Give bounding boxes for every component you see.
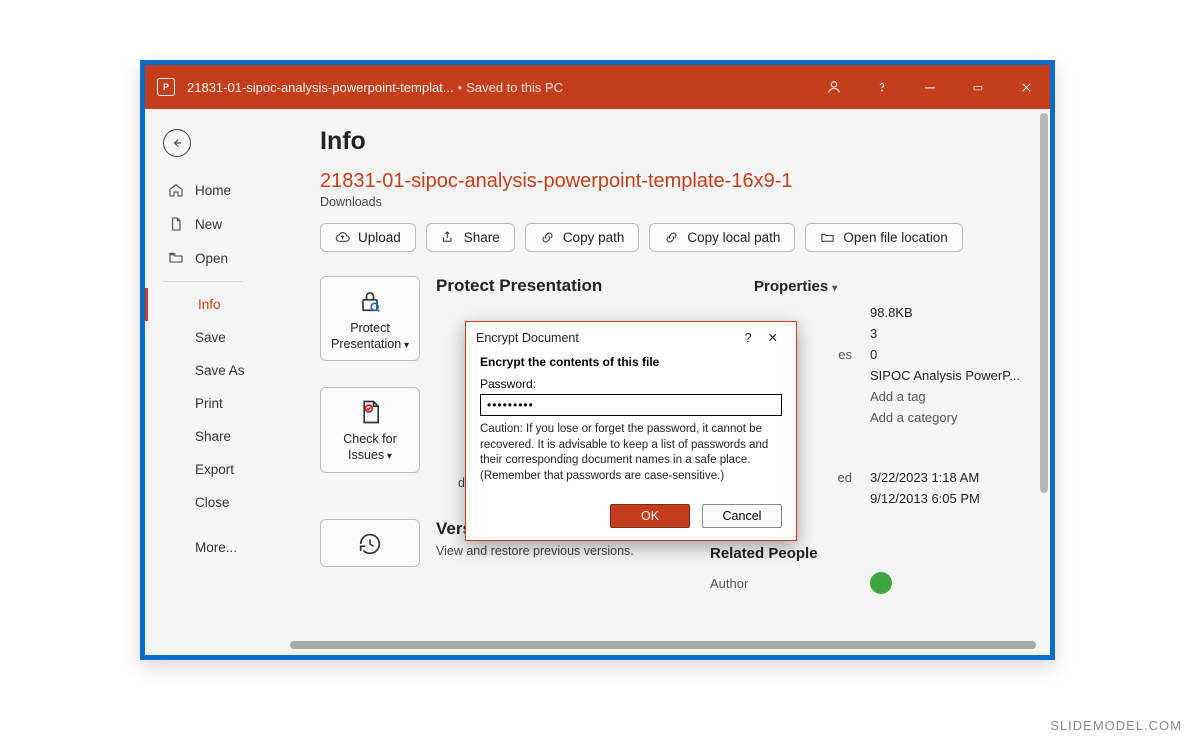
sidebar-item-label: Share (195, 429, 231, 444)
chevron-down-icon: Presentation (331, 337, 409, 351)
sidebar-item-label: Open (195, 251, 228, 266)
document-location: Downloads (320, 195, 1034, 209)
sidebar-item-save-as[interactable]: Save As (145, 354, 290, 387)
sidebar-item-save[interactable]: Save (145, 321, 290, 354)
back-button[interactable] (163, 129, 191, 157)
lock-icon (356, 287, 384, 315)
protect-presentation-button[interactable]: ProtectPresentation (320, 276, 420, 361)
titlebar: P 21831-01-sipoc-analysis-powerpoint-tem… (145, 65, 1050, 109)
sidebar-item-label: Save As (195, 363, 245, 378)
password-label: Password: (480, 377, 782, 391)
dialog-titlebar: Encrypt Document ? ✕ (466, 322, 796, 353)
sidebar-item-more[interactable]: More... (145, 531, 290, 564)
share-icon (441, 230, 456, 245)
folder-icon (820, 230, 835, 245)
sidebar-item-open[interactable]: Open (145, 241, 290, 275)
document-name: 21831-01-sipoc-analysis-powerpoint-templ… (320, 170, 1034, 193)
password-warning: Caution: If you lose or forget the passw… (480, 422, 782, 469)
help-icon[interactable] (858, 65, 906, 109)
sidebar-item-share[interactable]: Share (145, 420, 290, 453)
vertical-scrollbar[interactable] (1036, 113, 1048, 631)
dialog-title: Encrypt Document (476, 331, 579, 345)
minimize-button[interactable] (906, 65, 954, 109)
chevron-down-icon (832, 278, 837, 295)
add-tag-link[interactable]: Add a tag (870, 389, 926, 404)
ok-button[interactable]: OK (610, 504, 690, 528)
copy-local-path-button[interactable]: Copy local path (649, 223, 795, 252)
properties-header[interactable]: Properties (754, 278, 1034, 295)
document-title: 21831-01-sipoc-analysis-powerpoint-templ… (187, 80, 454, 95)
window-controls (810, 65, 1050, 109)
password-input[interactable] (480, 394, 782, 416)
sidebar-item-label: Home (195, 183, 231, 198)
sidebar-item-label: New (195, 217, 222, 232)
history-icon (356, 530, 384, 558)
add-category-link[interactable]: Add a category (870, 410, 957, 425)
sidebar-divider (163, 281, 243, 282)
upload-icon (335, 230, 350, 245)
author-avatar[interactable] (870, 572, 892, 594)
close-button[interactable] (1002, 65, 1050, 109)
maximize-button[interactable] (954, 65, 1002, 109)
dialog-close-button[interactable]: ✕ (760, 330, 786, 345)
inspect-icon (356, 398, 384, 426)
version-history-button[interactable] (320, 519, 420, 567)
sidebar-item-info[interactable]: Info (145, 288, 290, 321)
sidebar-item-label: Export (195, 462, 234, 477)
powerpoint-app-icon: P (157, 78, 175, 96)
home-icon (167, 182, 185, 198)
version-history-text: View and restore previous versions. (436, 543, 634, 561)
password-warning-case: (Remember that passwords are case-sensit… (480, 469, 782, 485)
scrollbar-thumb[interactable] (1040, 113, 1048, 493)
chevron-down-icon: Issues (348, 448, 392, 462)
sidebar-item-label: Save (195, 330, 226, 345)
prop-created: 9/12/2013 6:05 PM (870, 491, 980, 506)
sidebar-item-label: Print (195, 396, 223, 411)
prop-modified: 3/22/2023 1:18 AM (870, 470, 979, 485)
folder-open-icon (167, 250, 185, 266)
prop-slides: 3 (870, 326, 877, 341)
account-icon[interactable] (810, 65, 858, 109)
prop-size: 98.8KB (870, 305, 913, 320)
share-button[interactable]: Share (426, 223, 515, 252)
dialog-help-button[interactable]: ? (737, 331, 760, 345)
prop-title: SIPOC Analysis PowerP... (870, 368, 1020, 383)
open-file-location-button[interactable]: Open file location (805, 223, 962, 252)
check-for-issues-button[interactable]: Check forIssues (320, 387, 420, 472)
sidebar-item-label: Info (198, 297, 221, 312)
sidebar-item-label: More... (195, 540, 237, 555)
link-icon (540, 230, 555, 245)
new-file-icon (167, 216, 185, 232)
sidebar-item-export[interactable]: Export (145, 453, 290, 486)
sidebar-item-label: Close (195, 495, 230, 510)
watermark: SLIDEMODEL.COM (1050, 718, 1182, 733)
dialog-subtitle: Encrypt the contents of this file (480, 355, 659, 369)
backstage-sidebar: Home New Open Info Save Save As Print Sh… (145, 109, 290, 655)
copy-path-button[interactable]: Copy path (525, 223, 640, 252)
upload-button[interactable]: Upload (320, 223, 416, 252)
horizontal-scrollbar[interactable] (290, 641, 1036, 651)
prop-hidden: 0 (870, 347, 877, 362)
author-label: Author (710, 576, 852, 591)
protect-title: Protect Presentation (436, 276, 602, 296)
scrollbar-thumb[interactable] (290, 641, 1036, 649)
info-actions-row: Upload Share Copy path Copy local path (320, 223, 1034, 252)
sidebar-item-new[interactable]: New (145, 207, 290, 241)
sidebar-item-close[interactable]: Close (145, 486, 290, 519)
save-status: Saved to this PC (466, 80, 563, 95)
sidebar-item-print[interactable]: Print (145, 387, 290, 420)
encrypt-document-dialog: Encrypt Document ? ✕ Encrypt the content… (465, 321, 797, 541)
sidebar-item-home[interactable]: Home (145, 173, 290, 207)
link-icon (664, 230, 679, 245)
cancel-button[interactable]: Cancel (702, 504, 782, 528)
page-title: Info (320, 127, 1034, 156)
related-people-header: Related People (710, 545, 1034, 562)
